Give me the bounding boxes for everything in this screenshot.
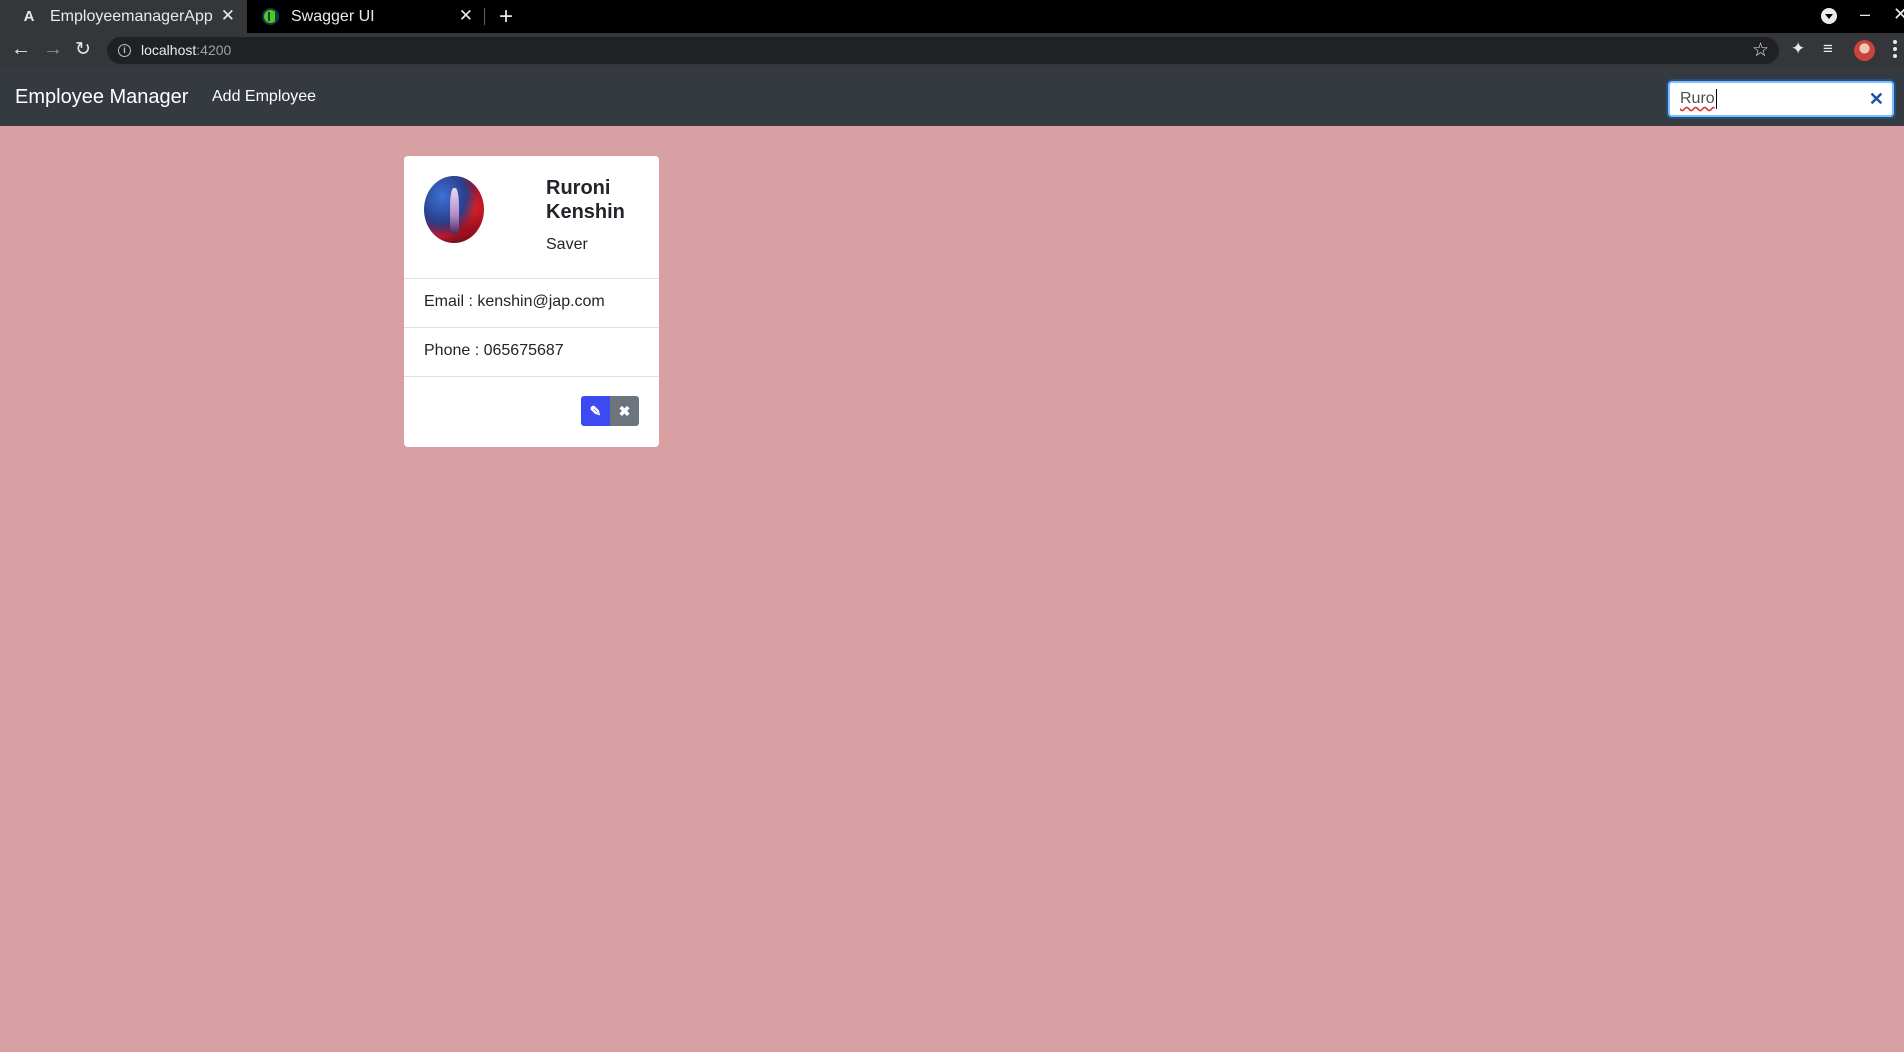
browser-tab-strip: A EmployeemanagerApp ✕ Swagger UI ✕ + – …	[0, 0, 1904, 33]
reload-icon[interactable]: ↻	[75, 38, 91, 61]
forward-icon[interactable]: →	[43, 38, 63, 61]
close-icon[interactable]: ✕	[1869, 89, 1884, 110]
tab-title: Swagger UI	[291, 7, 375, 25]
add-employee-link[interactable]: Add Employee	[212, 88, 316, 106]
search-input[interactable]: Ruro ✕	[1668, 81, 1894, 117]
tab-separator	[484, 8, 485, 25]
employee-email: Email : kenshin@jap.com	[424, 293, 605, 310]
divider	[404, 376, 659, 377]
url-text: localhost:4200	[141, 42, 232, 58]
address-bar[interactable]: i localhost:4200 ☆	[107, 37, 1779, 64]
close-icon: ✖	[618, 402, 631, 419]
profile-avatar[interactable]	[1854, 40, 1875, 61]
employee-phone: Phone : 065675687	[424, 342, 564, 359]
employee-job-title: Saver	[546, 236, 588, 253]
angular-icon: A	[23, 8, 35, 25]
delete-button[interactable]: ✖	[610, 396, 639, 426]
new-tab-icon[interactable]: +	[499, 3, 513, 31]
close-tab-icon[interactable]: ✕	[221, 6, 235, 26]
browser-tab-employeemanager[interactable]: A EmployeemanagerApp ✕	[0, 0, 247, 33]
bookmark-star-icon[interactable]: ☆	[1752, 39, 1769, 62]
browser-toolbar: ← → ↻ i localhost:4200 ☆ ✦ ≡	[0, 33, 1904, 68]
browser-menu-icon[interactable]	[1893, 40, 1897, 60]
swagger-icon	[259, 6, 281, 28]
employee-name: Ruroni Kenshin	[546, 177, 625, 223]
brand-title[interactable]: Employee Manager	[15, 86, 188, 109]
close-tab-icon[interactable]: ✕	[459, 6, 473, 26]
minimize-icon[interactable]: –	[1860, 4, 1870, 25]
site-info-icon[interactable]: i	[118, 44, 131, 57]
tab-search-icon[interactable]	[1821, 8, 1837, 24]
text-caret	[1716, 89, 1717, 109]
browser-tab-swagger[interactable]: Swagger UI ✕	[247, 0, 485, 33]
window-close-icon[interactable]: ✕	[1893, 4, 1904, 25]
divider	[404, 278, 659, 279]
avatar	[424, 176, 484, 243]
app-navbar: Employee Manager Add Employee Ruro ✕	[0, 68, 1904, 126]
tab-title: EmployeemanagerApp	[50, 7, 213, 25]
back-icon[interactable]: ←	[11, 38, 31, 61]
pencil-icon: ✎	[589, 402, 602, 419]
media-queue-icon[interactable]: ≡	[1823, 39, 1833, 59]
employee-card: Ruroni Kenshin Saver Email : kenshin@jap…	[404, 156, 659, 447]
search-input-value: Ruro	[1680, 90, 1715, 107]
extensions-icon[interactable]: ✦	[1791, 39, 1805, 59]
edit-button[interactable]: ✎	[581, 396, 610, 426]
divider	[404, 327, 659, 328]
